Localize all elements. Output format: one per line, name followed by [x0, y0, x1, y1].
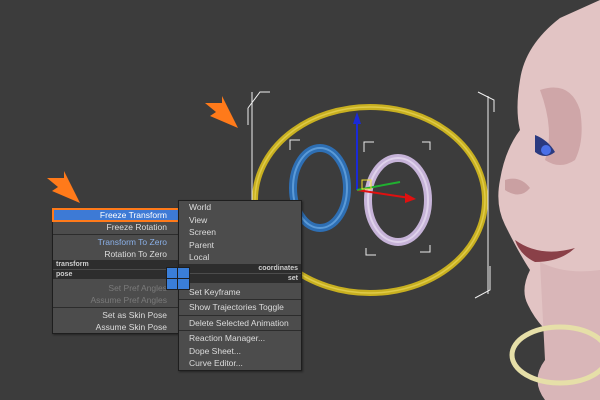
quad-title-set: set	[179, 273, 301, 283]
menu-item-assume-pref-angles[interactable]: Assume Pref Angles	[53, 294, 179, 306]
menu-item-world[interactable]: World	[179, 201, 301, 214]
menu-item-delete-selected-animation[interactable]: Delete Selected Animation	[179, 317, 301, 330]
menu-item-transform-to-zero[interactable]: Transform To Zero	[53, 236, 179, 248]
menu-item-rotation-to-zero[interactable]: Rotation To Zero	[53, 248, 179, 260]
menu-item-assume-skin-pose[interactable]: Assume Skin Pose	[53, 321, 179, 333]
menu-item-reaction-manager[interactable]: Reaction Manager...	[179, 332, 301, 345]
quad-title-pose: pose	[53, 270, 179, 279]
menu-item-freeze-transform[interactable]: Freeze Transform	[52, 208, 180, 222]
callout-arrow-icon	[47, 96, 238, 203]
quad-title-coordinates: coordinates	[179, 263, 301, 273]
menu-item-local[interactable]: Local	[179, 251, 301, 264]
menu-item-show-trajectories-toggle[interactable]: Show Trajectories Toggle	[179, 301, 301, 314]
menu-item-screen[interactable]: Screen	[179, 226, 301, 239]
menu-item-dope-sheet[interactable]: Dope Sheet...	[179, 345, 301, 358]
menu-item-view[interactable]: View	[179, 214, 301, 227]
quad-title-transform: transform	[53, 260, 179, 269]
menu-item-curve-editor[interactable]: Curve Editor...	[179, 357, 301, 370]
menu-item-set-pref-angles[interactable]: Set Pref Angles	[53, 282, 179, 294]
menu-item-freeze-rotation[interactable]: Freeze Rotation	[53, 221, 179, 233]
menu-item-set-as-skin-pose[interactable]: Set as Skin Pose	[53, 309, 179, 321]
quad-menu-right: World View Screen Parent Local coordinat…	[178, 200, 302, 371]
quad-center-icon[interactable]	[166, 267, 190, 290]
menu-item-set-keyframe[interactable]: Set Keyframe	[179, 286, 301, 299]
quad-menu-left: Freeze Transform Freeze Rotation Transfo…	[52, 208, 180, 334]
menu-item-parent[interactable]: Parent	[179, 239, 301, 252]
character-head	[498, 0, 600, 400]
